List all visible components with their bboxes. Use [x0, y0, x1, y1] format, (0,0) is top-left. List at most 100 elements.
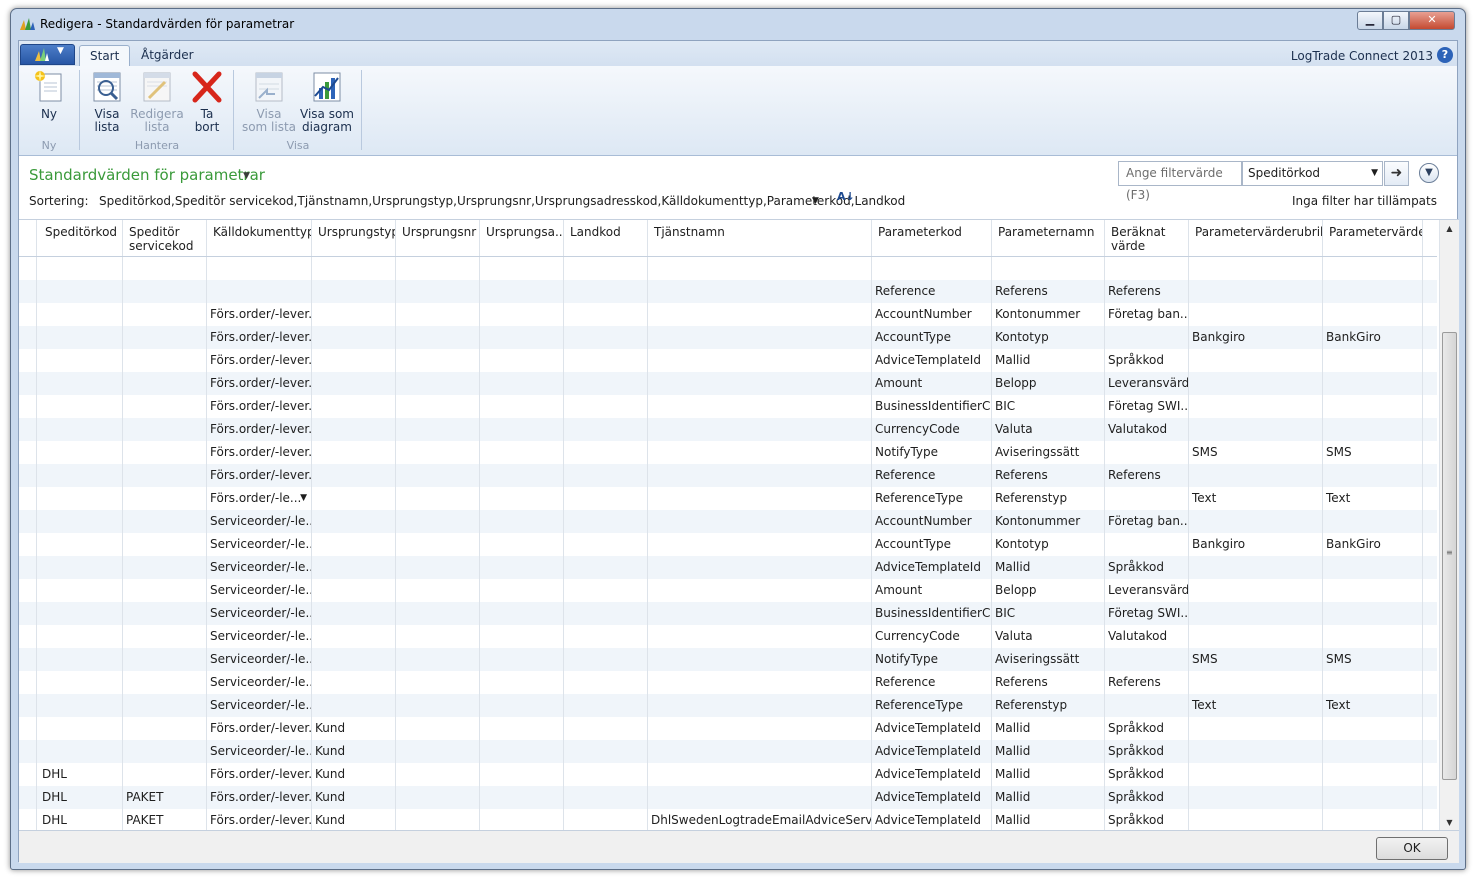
table-cell[interactable]: Leveransvärde [1105, 579, 1189, 602]
row-selector[interactable] [19, 326, 37, 349]
table-cell[interactable] [1189, 625, 1323, 648]
table-cell[interactable] [312, 671, 396, 694]
table-row[interactable] [19, 257, 1437, 280]
table-cell[interactable] [39, 372, 123, 395]
table-cell[interactable] [648, 487, 872, 510]
table-cell[interactable] [564, 464, 648, 487]
table-cell[interactable]: Mallid [992, 786, 1105, 809]
table-cell[interactable] [1189, 579, 1323, 602]
table-cell[interactable] [564, 303, 648, 326]
table-cell[interactable]: DHL [39, 809, 123, 830]
table-cell[interactable] [1189, 395, 1323, 418]
table-cell[interactable]: AccountType [872, 326, 992, 349]
table-cell[interactable] [123, 556, 207, 579]
row-selector[interactable] [19, 372, 37, 395]
table-cell[interactable]: AccountNumber [872, 303, 992, 326]
scroll-down-arrow-icon[interactable]: ▼ [1440, 814, 1459, 830]
delete-button[interactable]: Ta bort [187, 70, 227, 134]
table-cell[interactable] [480, 763, 564, 786]
table-cell[interactable] [648, 280, 872, 303]
chevron-down-icon[interactable]: ▼ [243, 171, 250, 181]
row-selector[interactable] [19, 602, 37, 625]
table-cell[interactable] [1323, 464, 1423, 487]
table-cell[interactable] [396, 556, 480, 579]
table-cell[interactable] [396, 487, 480, 510]
new-button[interactable]: Ny [31, 70, 67, 121]
table-cell[interactable] [1323, 786, 1423, 809]
table-cell[interactable]: PAKET [123, 809, 207, 830]
table-row[interactable]: Förs.order/-lever... AdviceTemplateId Mall… [19, 349, 1437, 372]
table-cell[interactable] [1323, 303, 1423, 326]
table-cell[interactable]: BankGiro [1323, 326, 1423, 349]
table-cell[interactable]: Serviceorder/-le... [207, 648, 312, 671]
table-cell[interactable]: Belopp [992, 372, 1105, 395]
table-cell[interactable] [312, 326, 396, 349]
table-cell[interactable] [123, 257, 207, 280]
table-cell[interactable] [564, 418, 648, 441]
row-selector[interactable] [19, 280, 37, 303]
table-cell[interactable] [1189, 349, 1323, 372]
column-header-parametervarderubrik[interactable]: Parametervärderubrik [1189, 220, 1323, 256]
table-cell[interactable]: Referens [1105, 671, 1189, 694]
table-cell[interactable]: Förs.order/-lever... [207, 441, 312, 464]
table-cell[interactable] [564, 625, 648, 648]
row-selector[interactable] [19, 303, 37, 326]
table-cell[interactable] [39, 625, 123, 648]
chevron-down-icon[interactable]: ▼ [300, 487, 307, 510]
table-cell[interactable]: Serviceorder/-le... [207, 579, 312, 602]
table-cell[interactable]: Språkkod [1105, 786, 1189, 809]
tab-atgarder[interactable]: Åtgärder [131, 45, 204, 66]
table-cell[interactable]: Serviceorder/-le... [207, 694, 312, 717]
table-cell[interactable] [648, 510, 872, 533]
table-cell[interactable]: AdviceTemplateId [872, 809, 992, 830]
table-cell[interactable]: DhlSwedenLogtradeEmailAdviceService [648, 809, 872, 830]
table-cell[interactable] [480, 441, 564, 464]
table-cell[interactable] [564, 349, 648, 372]
table-cell[interactable] [480, 809, 564, 830]
table-cell[interactable] [480, 648, 564, 671]
table-row[interactable]: Förs.order/-lever... NotifyType Aviserings… [19, 441, 1437, 464]
table-cell[interactable]: Referenstyp [992, 487, 1105, 510]
table-cell[interactable] [480, 786, 564, 809]
table-cell[interactable] [648, 372, 872, 395]
table-cell[interactable] [396, 441, 480, 464]
table-cell[interactable] [1189, 303, 1323, 326]
show-as-list-button[interactable]: Visa som lista [241, 70, 297, 134]
table-cell[interactable] [648, 326, 872, 349]
table-cell[interactable]: Belopp [992, 579, 1105, 602]
table-cell[interactable]: Förs.order/-lever... [207, 349, 312, 372]
table-cell[interactable] [480, 533, 564, 556]
table-cell[interactable] [1323, 625, 1423, 648]
table-cell[interactable]: NotifyType [872, 648, 992, 671]
table-cell[interactable]: Förs.order/-lever... [207, 763, 312, 786]
table-cell[interactable] [480, 280, 564, 303]
table-cell[interactable] [648, 533, 872, 556]
table-cell[interactable]: Språkkod [1105, 740, 1189, 763]
table-cell[interactable]: BusinessIdentifierC... [872, 395, 992, 418]
table-cell[interactable] [1323, 763, 1423, 786]
table-cell[interactable] [648, 625, 872, 648]
table-cell[interactable]: Kontonummer [992, 510, 1105, 533]
table-cell[interactable] [396, 809, 480, 830]
table-cell[interactable]: Förs.order/-lever... [207, 372, 312, 395]
table-cell[interactable]: Mallid [992, 763, 1105, 786]
table-cell[interactable] [396, 510, 480, 533]
table-cell[interactable] [312, 579, 396, 602]
table-row[interactable]: Förs.order/-lever... Kund AdviceTemplateId… [19, 717, 1437, 740]
table-cell[interactable] [396, 533, 480, 556]
table-cell[interactable]: Förs.order/-lever... [207, 786, 312, 809]
table-row[interactable]: Serviceorder/-le... CurrencyCode Valuta Val… [19, 625, 1437, 648]
table-cell[interactable]: Förs.order/-lever... [207, 809, 312, 830]
table-cell[interactable] [207, 257, 312, 280]
table-cell[interactable] [396, 740, 480, 763]
row-selector[interactable] [19, 717, 37, 740]
table-cell[interactable] [1189, 717, 1323, 740]
table-cell[interactable]: Företag ban... [1105, 303, 1189, 326]
table-cell[interactable]: Kund [312, 740, 396, 763]
table-cell[interactable]: Text [1189, 487, 1323, 510]
table-cell[interactable]: Text [1323, 487, 1423, 510]
table-cell[interactable] [1189, 257, 1323, 280]
table-cell[interactable]: Referens [992, 671, 1105, 694]
table-cell[interactable]: Aviseringssätt [992, 441, 1105, 464]
column-header-ursprungsadresskod[interactable]: Ursprungsa... [480, 220, 564, 256]
